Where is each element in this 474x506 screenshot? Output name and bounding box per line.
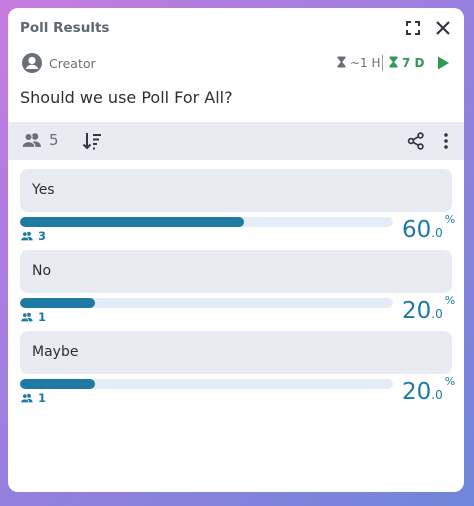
poll-duration: 7 D xyxy=(389,56,425,70)
option-box[interactable]: No xyxy=(20,250,452,293)
group-icon xyxy=(20,393,33,403)
share-icon xyxy=(407,132,424,150)
time-remaining-label: ~1 H xyxy=(350,56,381,70)
expand-icon xyxy=(406,21,420,35)
percent-integer: 20 xyxy=(402,379,432,405)
option-label: Maybe xyxy=(32,344,79,360)
poll-option-yes: Yes 3 60.0% xyxy=(20,169,455,250)
result-bar-fill xyxy=(20,298,95,308)
percent-integer: 60 xyxy=(402,217,432,243)
percent-decimal: .0 xyxy=(431,388,443,402)
user-avatar-icon xyxy=(22,53,42,73)
option-label: Yes xyxy=(32,182,55,198)
percent-integer: 20 xyxy=(402,298,432,324)
group-icon xyxy=(21,132,41,148)
time-remaining: ~1 H xyxy=(337,56,381,70)
poll-question: Should we use Poll For All? xyxy=(20,88,233,107)
play-button[interactable] xyxy=(435,55,451,71)
expand-button[interactable] xyxy=(403,18,423,38)
poll-results-card: Poll Results Creator ~1 H 7 D Should we … xyxy=(8,8,464,492)
result-bar xyxy=(20,298,393,308)
percent-decimal: .0 xyxy=(431,226,443,240)
sort-icon xyxy=(82,133,101,150)
hourglass-icon xyxy=(389,56,398,68)
option-box[interactable]: Yes xyxy=(20,169,452,212)
result-bar-fill xyxy=(20,217,244,227)
percent-decimal: .0 xyxy=(431,307,443,321)
participants-indicator xyxy=(21,132,43,148)
option-box[interactable]: Maybe xyxy=(20,331,452,374)
result-bar-fill xyxy=(20,379,95,389)
results-toolbar: 5 xyxy=(8,122,464,160)
meta-divider xyxy=(382,55,383,71)
option-percentage: 20.0% xyxy=(402,294,455,324)
option-vote-count: 3 xyxy=(38,229,47,243)
close-icon xyxy=(436,21,450,35)
option-vote-count: 1 xyxy=(38,310,47,324)
close-button[interactable] xyxy=(433,18,453,38)
sort-button[interactable] xyxy=(81,130,103,152)
more-vertical-icon xyxy=(444,133,448,149)
poll-option-maybe: Maybe 1 20.0% xyxy=(20,331,455,412)
avatar xyxy=(21,52,43,74)
percent-sign: % xyxy=(444,294,456,307)
poll-meta: Creator ~1 H 7 D xyxy=(8,50,464,78)
creator-name: Creator xyxy=(49,56,96,71)
result-bar xyxy=(20,379,393,389)
option-vote-count: 1 xyxy=(38,391,47,405)
header: Poll Results xyxy=(8,8,464,48)
option-label: No xyxy=(32,263,52,279)
option-percentage: 20.0% xyxy=(402,375,455,405)
hourglass-icon xyxy=(337,56,346,68)
more-options-button[interactable] xyxy=(438,131,454,151)
poll-duration-label: 7 D xyxy=(402,56,425,70)
poll-option-no: No 1 20.0% xyxy=(20,250,455,331)
share-button[interactable] xyxy=(406,131,426,151)
play-icon xyxy=(438,56,449,70)
group-icon xyxy=(20,231,33,241)
result-bar xyxy=(20,217,393,227)
page-title: Poll Results xyxy=(20,20,110,36)
percent-sign: % xyxy=(444,213,456,226)
percent-sign: % xyxy=(444,375,456,388)
group-icon xyxy=(20,312,33,322)
vote-count: 5 xyxy=(49,131,59,149)
option-percentage: 60.0% xyxy=(402,213,455,243)
